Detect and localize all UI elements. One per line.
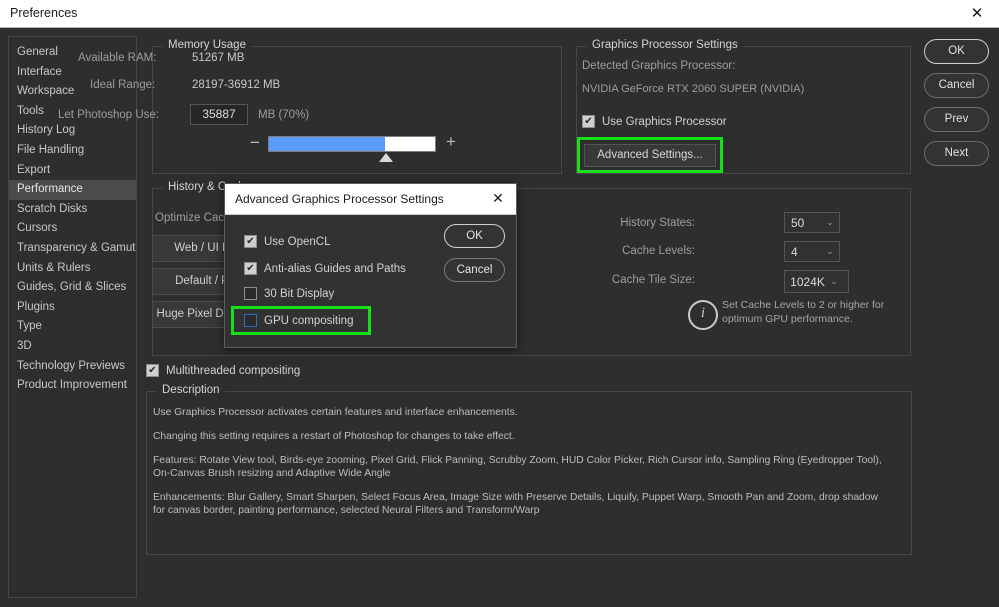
anti-alias-guides-label: Anti-alias Guides and Paths [264,263,406,275]
sidebar-item-plugins[interactable]: Plugins [9,298,136,318]
sidebar-item-units-rulers[interactable]: Units & Rulers [9,259,136,279]
sidebar-item-transparency-gamut[interactable]: Transparency & Gamut [9,239,136,259]
history-states-label: History States: [600,217,695,229]
close-icon[interactable]: ✕ [488,190,508,208]
checkbox-icon: ✔ [244,314,257,327]
graphics-processor-legend: Graphics Processor Settings [587,39,743,51]
history-states-value: 50 [785,216,821,230]
checkbox-icon: ✔ [244,287,257,300]
anti-alias-guides-checkbox[interactable]: ✔ Anti-alias Guides and Paths [244,262,406,275]
use-graphics-processor-label: Use Graphics Processor [602,116,727,128]
description-paragraph: Use Graphics Processor activates certain… [153,406,883,419]
cache-info-text: Set Cache Levels to 2 or higher for opti… [722,299,907,326]
gpu-compositing-label: GPU compositing [264,315,353,327]
chevron-down-icon: ⌄ [821,246,839,257]
window-titlebar: Preferences ✕ [0,0,999,28]
available-ram-value: 51267 MB [192,52,244,64]
history-states-dropdown[interactable]: 50 ⌄ [784,212,840,233]
checkbox-icon: ✔ [582,115,595,128]
cache-tile-size-dropdown[interactable]: 1024K ⌄ [784,270,849,293]
sidebar-item-type[interactable]: Type [9,317,136,337]
slider-increase-icon[interactable]: + [444,133,458,151]
memory-unit-label: MB (70%) [258,109,309,121]
next-button[interactable]: Next [924,141,989,166]
cache-tile-size-label: Cache Tile Size: [600,274,695,286]
ok-button[interactable]: OK [924,39,989,64]
cancel-button[interactable]: Cancel [924,73,989,98]
let-photoshop-use-label: Let Photoshop Use: [58,109,159,121]
dialog-cancel-button[interactable]: Cancel [444,258,505,282]
prev-button[interactable]: Prev [924,107,989,132]
ideal-range-value: 28197-36912 MB [192,79,280,91]
checkbox-icon: ✔ [244,262,257,275]
slider-decrease-icon[interactable]: − [248,135,262,153]
gpu-compositing-checkbox[interactable]: ✔ GPU compositing [244,314,353,327]
window-title: Preferences [10,6,77,20]
sidebar-item-performance[interactable]: Performance [9,180,136,200]
use-opencl-checkbox[interactable]: ✔ Use OpenCL [244,235,330,248]
detected-gpu-label: Detected Graphics Processor: [582,60,735,72]
chevron-down-icon: ⌄ [825,276,843,287]
available-ram-label: Available RAM: [78,52,156,64]
description-body: Use Graphics Processor activates certain… [153,406,883,528]
detected-gpu-value: NVIDIA GeForce RTX 2060 SUPER (NVIDIA) [582,83,804,95]
let-photoshop-use-input[interactable]: 35887 [190,104,248,125]
cache-levels-label: Cache Levels: [600,245,695,257]
use-opencl-label: Use OpenCL [264,236,330,248]
sidebar-item-technology-previews[interactable]: Technology Previews [9,357,136,377]
description-paragraph: Features: Rotate View tool, Birds-eye zo… [153,454,883,480]
cache-levels-dropdown[interactable]: 4 ⌄ [784,241,840,262]
use-graphics-processor-checkbox[interactable]: ✔ Use Graphics Processor [582,115,727,128]
sidebar-item-scratch-disks[interactable]: Scratch Disks [9,200,136,220]
sidebar-item-export[interactable]: Export [9,161,136,181]
sidebar-item-cursors[interactable]: Cursors [9,219,136,239]
cache-tile-size-value: 1024K [790,275,825,289]
dialog-title: Advanced Graphics Processor Settings [235,192,444,206]
sidebar-item-product-improvement[interactable]: Product Improvement [9,376,136,396]
multithreaded-compositing-label: Multithreaded compositing [166,365,300,377]
sidebar-item-file-handling[interactable]: File Handling [9,141,136,161]
cache-levels-value: 4 [785,245,821,259]
sidebar-item-3d[interactable]: 3D [9,337,136,357]
advanced-settings-button[interactable]: Advanced Settings... [584,144,716,167]
checkbox-icon: ✔ [244,235,257,248]
memory-slider-fill [269,137,385,151]
checkbox-icon: ✔ [146,364,159,377]
description-legend: Description [157,384,225,396]
dialog-ok-button[interactable]: OK [444,224,505,248]
description-paragraph: Enhancements: Blur Gallery, Smart Sharpe… [153,491,883,517]
dialog-titlebar: Advanced Graphics Processor Settings ✕ [225,184,516,215]
close-icon[interactable]: ✕ [955,0,999,27]
sidebar-item-guides-grid-slices[interactable]: Guides, Grid & Slices [9,278,136,298]
sidebar-item-history-log[interactable]: History Log [9,121,136,141]
memory-usage-legend: Memory Usage [163,39,251,51]
info-icon: i [688,300,718,330]
memory-slider-track[interactable] [268,136,436,152]
multithreaded-compositing-checkbox[interactable]: ✔ Multithreaded compositing [146,364,300,377]
ideal-range-label: Ideal Range: [90,79,155,91]
memory-slider-thumb[interactable] [379,153,393,162]
chevron-down-icon: ⌄ [821,217,839,228]
30-bit-display-checkbox[interactable]: ✔ 30 Bit Display [244,287,334,300]
30-bit-display-label: 30 Bit Display [264,288,334,300]
description-paragraph: Changing this setting requires a restart… [153,430,883,443]
